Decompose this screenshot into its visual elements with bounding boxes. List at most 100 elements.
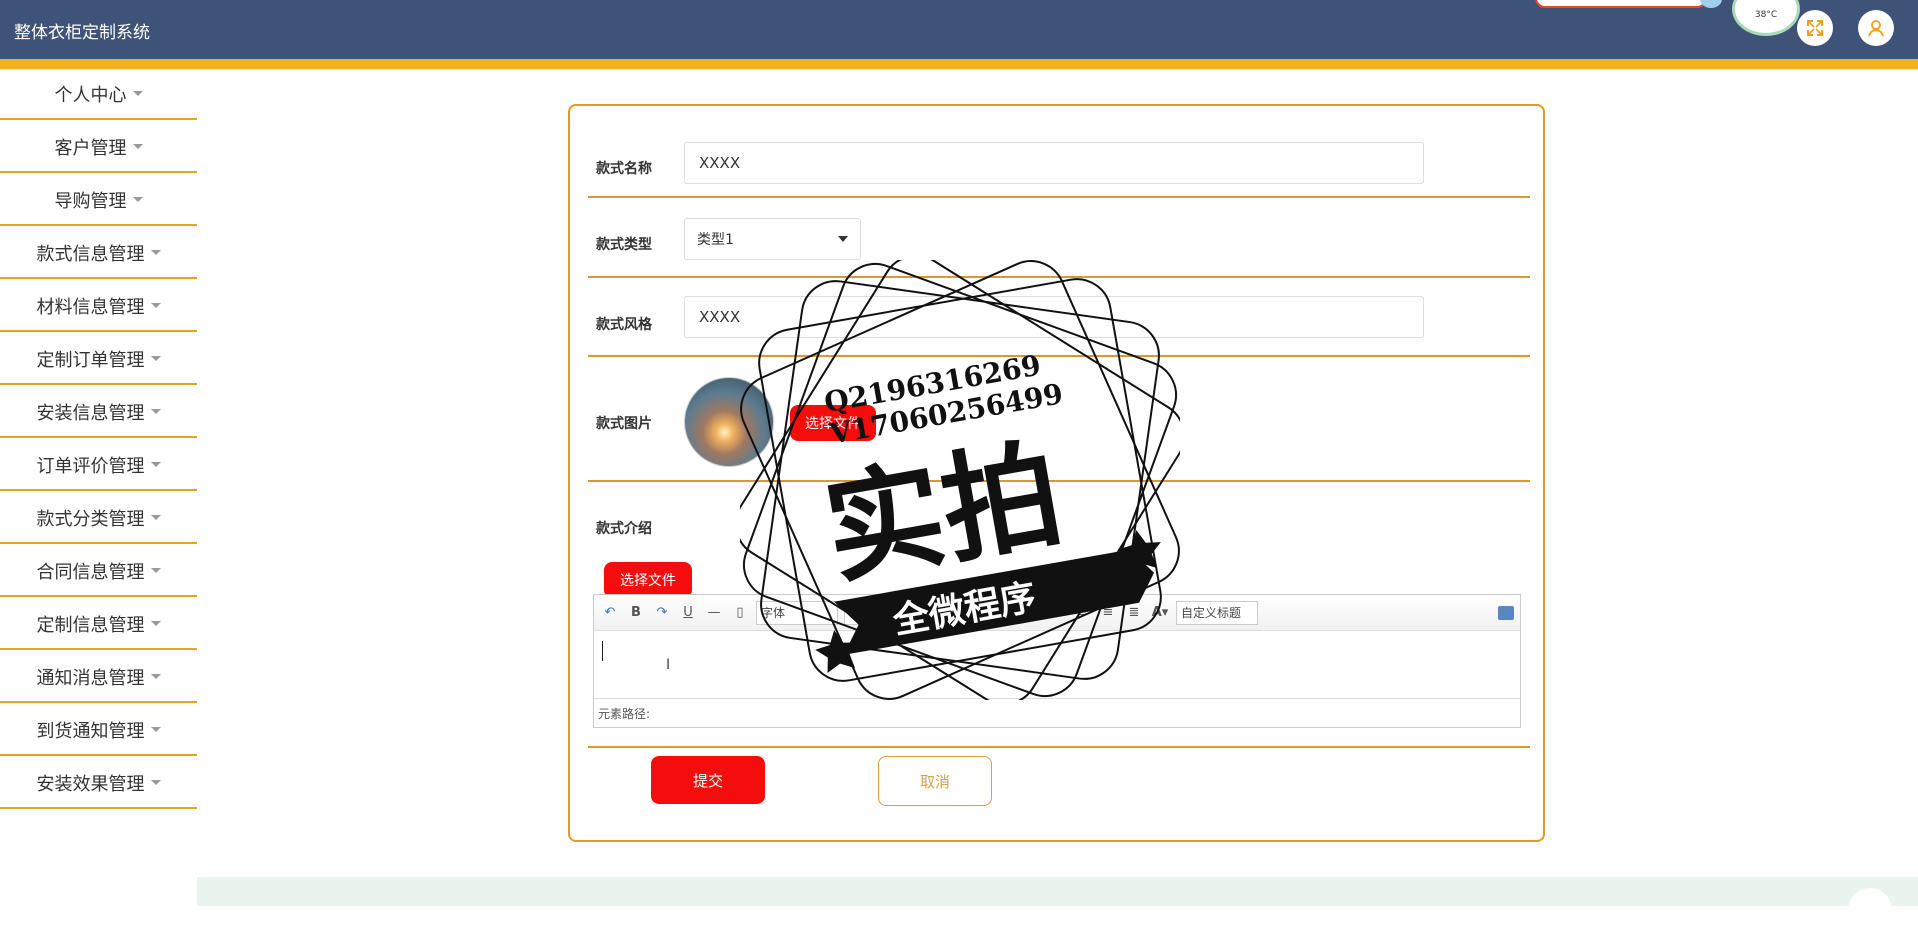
caret-down-icon (132, 144, 143, 149)
top-circle-decoration (1700, 0, 1722, 8)
sidebar-item-guides[interactable]: 导购管理 (0, 175, 197, 226)
sidebar-item-label: 定制信息管理 (36, 614, 145, 636)
sidebar-item-installation-effects[interactable]: 安装效果管理 (0, 758, 197, 809)
align-right-icon[interactable]: ≡ (1072, 605, 1092, 620)
sidebar-item-customers[interactable]: 客户管理 (0, 122, 197, 173)
caret-down-icon (150, 303, 161, 308)
sidebar-item-style-categories[interactable]: 款式分类管理 (0, 493, 197, 544)
style-name-input[interactable] (684, 142, 1424, 184)
temperature-badge: 38°C (1732, 0, 1800, 36)
table-icon[interactable]: ▦ (1020, 605, 1040, 620)
sidebar-item-label: 通知消息管理 (36, 667, 145, 689)
top-pill-decoration (1535, 0, 1707, 8)
sidebar-item-label: 款式分类管理 (36, 508, 145, 530)
style-type-value: 类型1 (697, 232, 734, 248)
form-row-style: 款式风格 (588, 278, 1530, 357)
caret-down-icon (150, 515, 161, 520)
source-view-icon[interactable] (1498, 605, 1514, 620)
sidebar-item-label: 安装信息管理 (36, 402, 145, 424)
custom-title-text: 自定义标题 (1181, 606, 1242, 620)
underline-icon[interactable]: U (678, 605, 698, 620)
editor-status-bar: 元素路径: (594, 698, 1520, 727)
horizontal-rule-icon[interactable]: — (704, 605, 724, 620)
sidebar-item-label: 安装效果管理 (36, 773, 145, 795)
back-to-top-button[interactable] (1848, 888, 1892, 932)
caret-down-icon (150, 780, 161, 785)
element-path-label: 元素路径: (598, 706, 651, 721)
image-upload-button[interactable]: 选择文件 (790, 405, 876, 441)
text-cursor (602, 641, 603, 661)
document-icon[interactable]: ▯ (730, 605, 750, 620)
fullscreen-icon (1807, 20, 1823, 36)
sidebar-item-label: 导购管理 (54, 190, 127, 212)
caret-down-icon (150, 568, 161, 573)
caret-down-icon (150, 356, 161, 361)
rich-text-editor: ↶ B ↷ U — ▯ 字体 字号 段落格式 ▦ ≡ ≡ ≡ ≣ A▾ 自定义标… (593, 594, 1521, 728)
sidebar-item-style-info[interactable]: 款式信息管理 (0, 228, 197, 279)
paragraph-text: 段落格式 (937, 606, 986, 620)
editor-content-area[interactable]: I (594, 631, 1520, 699)
caret-down-icon (150, 674, 161, 679)
font-family-combo[interactable]: 字体 (756, 600, 838, 625)
caret-down-icon (132, 197, 143, 202)
sidebar-item-label: 定制订单管理 (36, 349, 145, 371)
caret-down-icon (132, 91, 143, 96)
temperature-text: 38°C (1754, 10, 1778, 20)
caret-down-icon (150, 621, 161, 626)
font-size-text: 字号 (849, 606, 874, 620)
form-row-type: 款式类型 类型1 (588, 198, 1530, 278)
fullscreen-button[interactable] (1797, 10, 1833, 46)
sidebar-item-contracts[interactable]: 合同信息管理 (0, 546, 197, 597)
style-label: 款式风格 (596, 317, 652, 333)
sidebar-item-label: 个人中心 (54, 84, 127, 106)
sidebar-item-label: 材料信息管理 (36, 296, 145, 318)
align-center-icon[interactable]: ≡ (1098, 605, 1118, 620)
font-family-text: 字体 (761, 606, 786, 620)
bold-icon[interactable]: B (626, 605, 646, 620)
submit-button[interactable]: 提交 (651, 756, 765, 804)
sidebar-item-order-reviews[interactable]: 订单评价管理 (0, 440, 197, 491)
image-label: 款式图片 (596, 416, 652, 432)
app-title: 整体衣柜定制系统 (14, 23, 150, 43)
user-icon (1868, 20, 1884, 37)
cancel-button[interactable]: 取消 (878, 756, 992, 806)
caret-down-icon (150, 409, 161, 414)
sidebar-item-label: 订单评价管理 (36, 455, 145, 477)
sidebar-item-personal-center[interactable]: 个人中心 (0, 69, 197, 120)
style-type-select[interactable]: 类型1 (684, 218, 861, 260)
sidebar-item-label: 到货通知管理 (36, 720, 145, 742)
sidebar-item-label: 合同信息管理 (36, 561, 145, 583)
caret-down-icon (150, 727, 161, 732)
style-image-thumbnail (684, 377, 774, 467)
sidebar-item-installation-info[interactable]: 安装信息管理 (0, 387, 197, 438)
type-label: 款式类型 (596, 237, 652, 253)
sidebar-item-custom-orders[interactable]: 定制订单管理 (0, 334, 197, 385)
style-style-input[interactable] (684, 296, 1424, 338)
paragraph-combo[interactable]: 段落格式 (932, 600, 1014, 625)
footer-strip (197, 877, 1918, 906)
intro-label: 款式介绍 (596, 521, 652, 537)
chevron-down-icon (838, 236, 848, 242)
sidebar-item-label: 客户管理 (54, 137, 127, 159)
caret-down-icon (150, 462, 161, 467)
sidebar-item-material-info[interactable]: 材料信息管理 (0, 281, 197, 332)
undo-icon[interactable]: ↶ (600, 605, 620, 620)
caret-down-icon (150, 250, 161, 255)
sidebar-item-custom-info[interactable]: 定制信息管理 (0, 599, 197, 650)
sidebar-item-label: 款式信息管理 (36, 243, 145, 265)
intro-upload-button[interactable]: 选择文件 (604, 562, 692, 598)
top-header: 整体衣柜定制系统 38°C (0, 0, 1918, 59)
form-row-image: 款式图片 选择文件 (588, 357, 1530, 482)
sidebar-item-arrival-notices[interactable]: 到货通知管理 (0, 705, 197, 756)
form-row-name: 款式名称 (588, 124, 1530, 198)
sidebar-item-notifications[interactable]: 通知消息管理 (0, 652, 197, 703)
justify-icon[interactable]: ≣ (1124, 605, 1144, 620)
align-left-icon[interactable]: ≡ (1046, 605, 1066, 620)
custom-title-combo[interactable]: 自定义标题 (1176, 600, 1258, 625)
redo-icon[interactable]: ↷ (652, 605, 672, 620)
font-color-icon[interactable]: A▾ (1150, 605, 1170, 620)
user-button[interactable] (1858, 10, 1894, 46)
font-size-combo[interactable]: 字号 (844, 600, 926, 625)
sidebar: 个人中心 客户管理 导购管理 款式信息管理 材料信息管理 定制订单管理 安装信息… (0, 69, 197, 811)
style-form-card: 款式名称 款式类型 类型1 款式风格 款式图片 选择文件 款式介绍 选择文件 ↶… (568, 104, 1545, 842)
